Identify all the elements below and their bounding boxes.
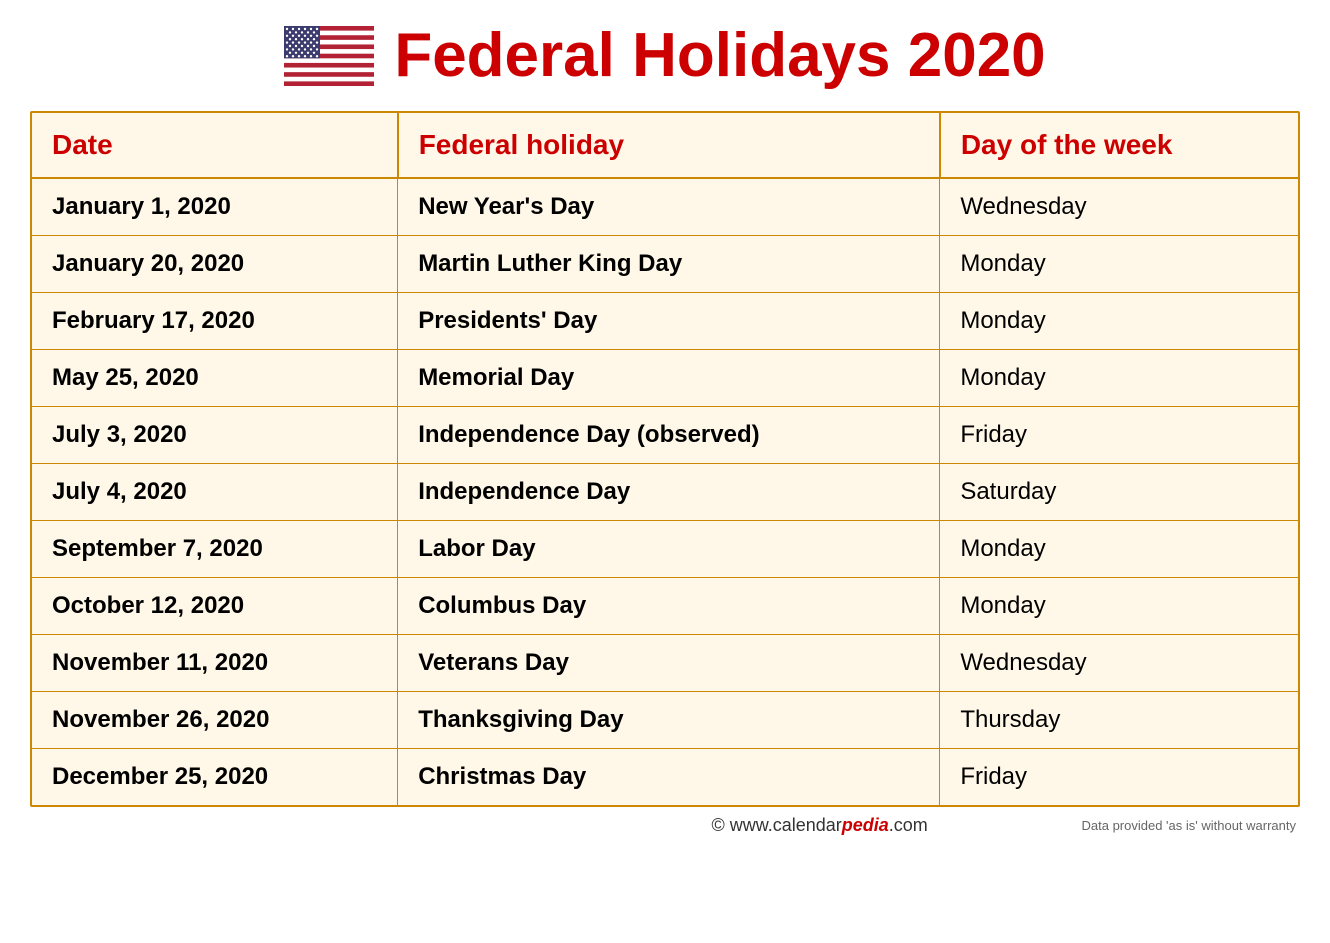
disclaimer-text: Data provided 'as is' without warranty [1082, 818, 1297, 833]
cell-day: Wednesday [940, 178, 1298, 236]
table-header-row: Date Federal holiday Day of the week [32, 113, 1298, 178]
cell-holiday: Christmas Day [398, 749, 940, 806]
cell-date: May 25, 2020 [32, 350, 398, 407]
cell-holiday: Thanksgiving Day [398, 692, 940, 749]
cell-holiday: New Year's Day [398, 178, 940, 236]
cell-date: September 7, 2020 [32, 521, 398, 578]
cell-date: December 25, 2020 [32, 749, 398, 806]
us-flag-icon [284, 26, 374, 86]
italic-pedia: pedia [842, 815, 889, 835]
cell-date: November 11, 2020 [32, 635, 398, 692]
cell-day: Friday [940, 749, 1298, 806]
table-row: February 17, 2020Presidents' DayMonday [32, 293, 1298, 350]
cell-holiday: Columbus Day [398, 578, 940, 635]
holidays-table: Date Federal holiday Day of the week Jan… [32, 113, 1298, 805]
table-row: January 1, 2020New Year's DayWednesday [32, 178, 1298, 236]
holidays-table-container: Date Federal holiday Day of the week Jan… [30, 111, 1300, 807]
column-header-day: Day of the week [940, 113, 1298, 178]
cell-day: Monday [940, 236, 1298, 293]
cell-holiday: Veterans Day [398, 635, 940, 692]
table-row: July 3, 2020Independence Day (observed)F… [32, 407, 1298, 464]
cell-date: July 4, 2020 [32, 464, 398, 521]
cell-holiday: Independence Day [398, 464, 940, 521]
page-title: Federal Holidays 2020 [394, 20, 1045, 91]
cell-day: Monday [940, 521, 1298, 578]
cell-date: February 17, 2020 [32, 293, 398, 350]
cell-date: November 26, 2020 [32, 692, 398, 749]
table-row: January 20, 2020Martin Luther King DayMo… [32, 236, 1298, 293]
page-footer: © www.calendarpedia.com Data provided 'a… [30, 815, 1300, 836]
column-header-holiday: Federal holiday [398, 113, 940, 178]
cell-date: January 20, 2020 [32, 236, 398, 293]
table-row: November 11, 2020Veterans DayWednesday [32, 635, 1298, 692]
cell-date: July 3, 2020 [32, 407, 398, 464]
cell-day: Monday [940, 350, 1298, 407]
cell-day: Friday [940, 407, 1298, 464]
column-header-date: Date [32, 113, 398, 178]
copyright-text: © www.calendarpedia.com [558, 815, 1082, 836]
table-row: July 4, 2020Independence DaySaturday [32, 464, 1298, 521]
cell-holiday: Presidents' Day [398, 293, 940, 350]
cell-holiday: Memorial Day [398, 350, 940, 407]
cell-day: Thursday [940, 692, 1298, 749]
table-row: November 26, 2020Thanksgiving DayThursda… [32, 692, 1298, 749]
cell-day: Saturday [940, 464, 1298, 521]
table-row: September 7, 2020Labor DayMonday [32, 521, 1298, 578]
cell-date: October 12, 2020 [32, 578, 398, 635]
cell-day: Monday [940, 578, 1298, 635]
cell-day: Monday [940, 293, 1298, 350]
cell-holiday: Martin Luther King Day [398, 236, 940, 293]
cell-holiday: Labor Day [398, 521, 940, 578]
cell-date: January 1, 2020 [32, 178, 398, 236]
page-header: Federal Holidays 2020 [30, 20, 1300, 91]
table-row: December 25, 2020Christmas DayFriday [32, 749, 1298, 806]
cell-day: Wednesday [940, 635, 1298, 692]
table-row: October 12, 2020Columbus DayMonday [32, 578, 1298, 635]
cell-holiday: Independence Day (observed) [398, 407, 940, 464]
table-row: May 25, 2020Memorial DayMonday [32, 350, 1298, 407]
